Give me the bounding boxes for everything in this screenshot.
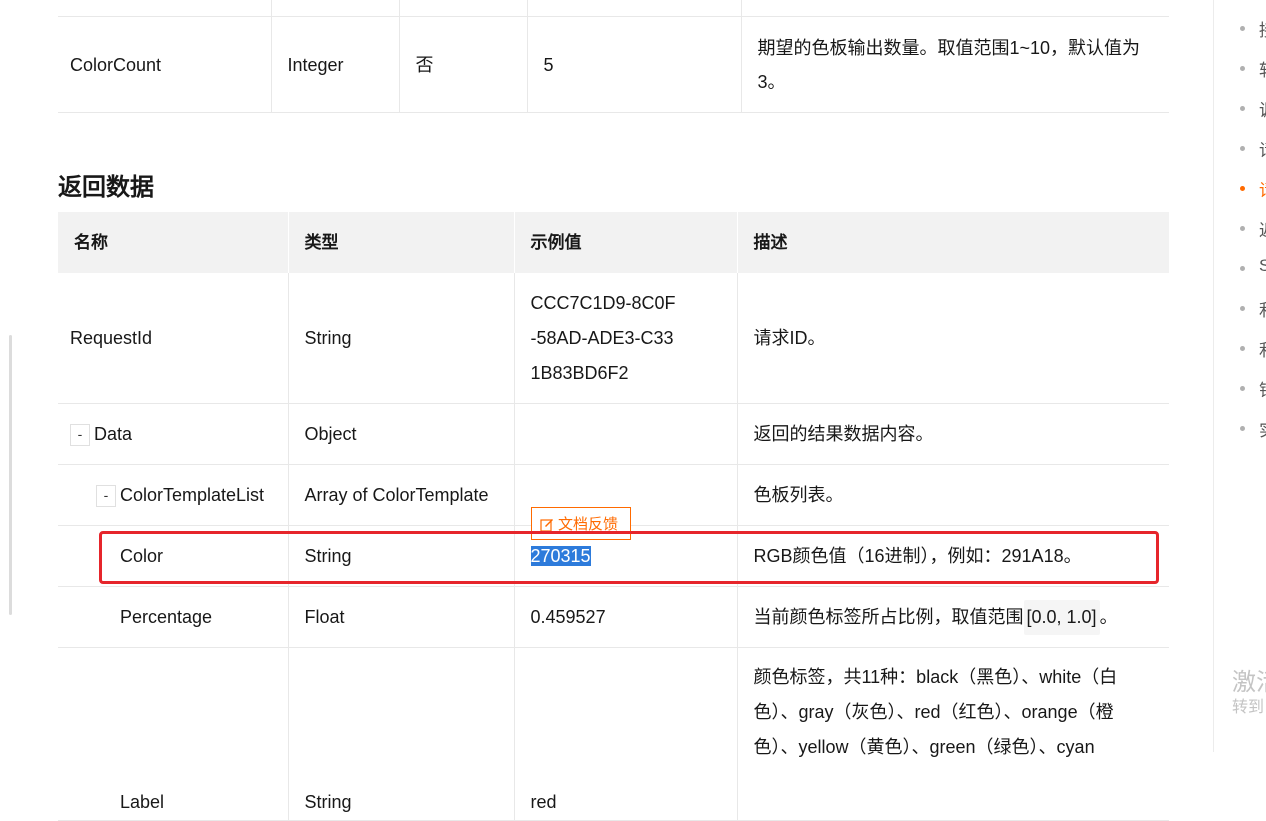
edit-icon xyxy=(540,519,553,532)
field-type: Object xyxy=(288,403,515,465)
toc-item-label: 实 xyxy=(1259,416,1266,441)
watermark-line2: 转到 xyxy=(1232,699,1265,716)
field-desc: 颜色标签，共11种：black（黑色）、white（白色）、gray（灰色）、r… xyxy=(737,647,1169,821)
toc-item[interactable]: 利 xyxy=(1226,328,1266,368)
watermark-line1: 激活 xyxy=(1232,669,1266,696)
toc-item[interactable]: 软 xyxy=(1226,48,1266,88)
request-params-table: ColorCount Integer 否 5 期望的色板输出数量。取值范围1~1… xyxy=(58,0,1169,113)
toc-item-label: 接 xyxy=(1259,16,1266,41)
inline-code: [0.0, 1.0] xyxy=(1023,599,1100,635)
table-row: Percentage Float 0.459527 当前颜色标签所占比例，取值范… xyxy=(58,586,1169,648)
header-example: 示例值 xyxy=(514,212,738,273)
field-type: String xyxy=(288,647,515,821)
header-type: 类型 xyxy=(288,212,515,273)
param-required: 否 xyxy=(399,16,528,113)
field-example: red xyxy=(514,647,738,821)
bullet-icon xyxy=(1240,306,1245,311)
toc-item-label: 错 xyxy=(1259,376,1266,401)
field-desc: 返回的结果数据内容。 xyxy=(737,403,1169,465)
toc-item-label: 请 xyxy=(1259,136,1266,161)
table-row: RequestId String CCC7C1D9-8C0F-58AD-ADE3… xyxy=(58,273,1169,404)
toc-item-label: 调 xyxy=(1259,96,1266,121)
bullet-icon xyxy=(1240,146,1245,151)
field-desc-cell: 当前颜色标签所占比例，取值范围 [0.0, 1.0]。 xyxy=(737,586,1169,648)
toc-item[interactable]: 请 xyxy=(1226,128,1266,168)
bullet-icon xyxy=(1240,186,1245,191)
field-name: RequestId xyxy=(58,273,289,404)
toc-item[interactable]: 利 xyxy=(1226,288,1266,328)
toc-item[interactable]: 错 xyxy=(1226,368,1266,408)
table-row xyxy=(58,0,1169,17)
header-desc: 描述 xyxy=(737,212,1170,273)
section-title: 返回数据 xyxy=(58,174,154,201)
field-example: CCC7C1D9-8C0F-58AD-ADE3-C331B83BD6F2 xyxy=(514,273,738,404)
table-row: - Data Object 返回的结果数据内容。 xyxy=(58,403,1169,465)
field-example xyxy=(514,403,738,465)
toc-item-label: 请 xyxy=(1259,176,1266,201)
toc-item-label: 利 xyxy=(1259,336,1266,361)
field-desc: 色板列表。 xyxy=(737,464,1169,526)
toc-item[interactable]: S xyxy=(1226,248,1266,288)
param-type: Integer xyxy=(271,16,400,113)
field-name: ColorTemplateList xyxy=(120,484,265,505)
desc-text: 当前颜色标签所占比例，取值范围 xyxy=(753,606,1024,627)
bullet-icon xyxy=(1240,226,1245,231)
field-name: Percentage xyxy=(58,586,289,648)
field-name-cell: - Data xyxy=(58,403,289,465)
toc-item[interactable]: 接 xyxy=(1226,8,1266,48)
collapse-toggle[interactable]: - xyxy=(70,423,90,446)
activation-watermark: 激活 转到 xyxy=(1232,668,1266,718)
bullet-icon xyxy=(1240,426,1245,431)
table-row: ColorCount Integer 否 5 期望的色板输出数量。取值范围1~1… xyxy=(58,16,1169,113)
field-example: 0.459527 xyxy=(514,586,738,648)
left-scrollbar[interactable] xyxy=(9,335,12,615)
toc-nav: 接 软 调 请 请 返 S 利 利 错 实 xyxy=(1226,8,1266,448)
param-desc: 期望的色板输出数量。取值范围1~10，默认值为3。 xyxy=(741,16,1169,113)
field-name-cell: - ColorTemplateList xyxy=(58,464,289,526)
param-name: ColorCount xyxy=(58,16,272,113)
doc-content: ColorCount Integer 否 5 期望的色板输出数量。取值范围1~1… xyxy=(58,0,1170,821)
header-name: 名称 xyxy=(58,212,289,273)
bullet-icon xyxy=(1240,266,1245,271)
toc-item[interactable]: 返 xyxy=(1226,208,1266,248)
toc-item-label: 软 xyxy=(1259,56,1266,81)
collapse-toggle[interactable]: - xyxy=(96,484,116,507)
field-type: Array of ColorTemplate xyxy=(288,464,515,526)
desc-suffix: 。 xyxy=(1099,606,1118,627)
toc-item[interactable]: 调 xyxy=(1226,88,1266,128)
field-type: Float xyxy=(288,586,515,648)
bullet-icon xyxy=(1240,66,1245,71)
field-name: Data xyxy=(94,423,133,444)
toc-item-label: S xyxy=(1259,256,1266,275)
toc-item-label: 返 xyxy=(1259,216,1266,241)
bullet-icon xyxy=(1240,386,1245,391)
table-row: Label String red 颜色标签，共11种：black（黑色）、whi… xyxy=(58,647,1169,821)
toc-divider xyxy=(1213,0,1214,752)
bullet-icon xyxy=(1240,106,1245,111)
toc-item-label: 利 xyxy=(1259,296,1266,321)
table-header-row: 名称 类型 示例值 描述 xyxy=(58,212,1170,273)
bullet-icon xyxy=(1240,26,1245,31)
field-desc: 请求ID。 xyxy=(737,273,1169,404)
field-type: String xyxy=(288,273,515,404)
param-example: 5 xyxy=(527,16,742,113)
toc-item-active[interactable]: 请 xyxy=(1226,168,1266,208)
field-name: Label xyxy=(58,647,289,821)
toc-item[interactable]: 实 xyxy=(1226,408,1266,448)
bullet-icon xyxy=(1240,346,1245,351)
highlight-annotation xyxy=(99,531,1159,584)
